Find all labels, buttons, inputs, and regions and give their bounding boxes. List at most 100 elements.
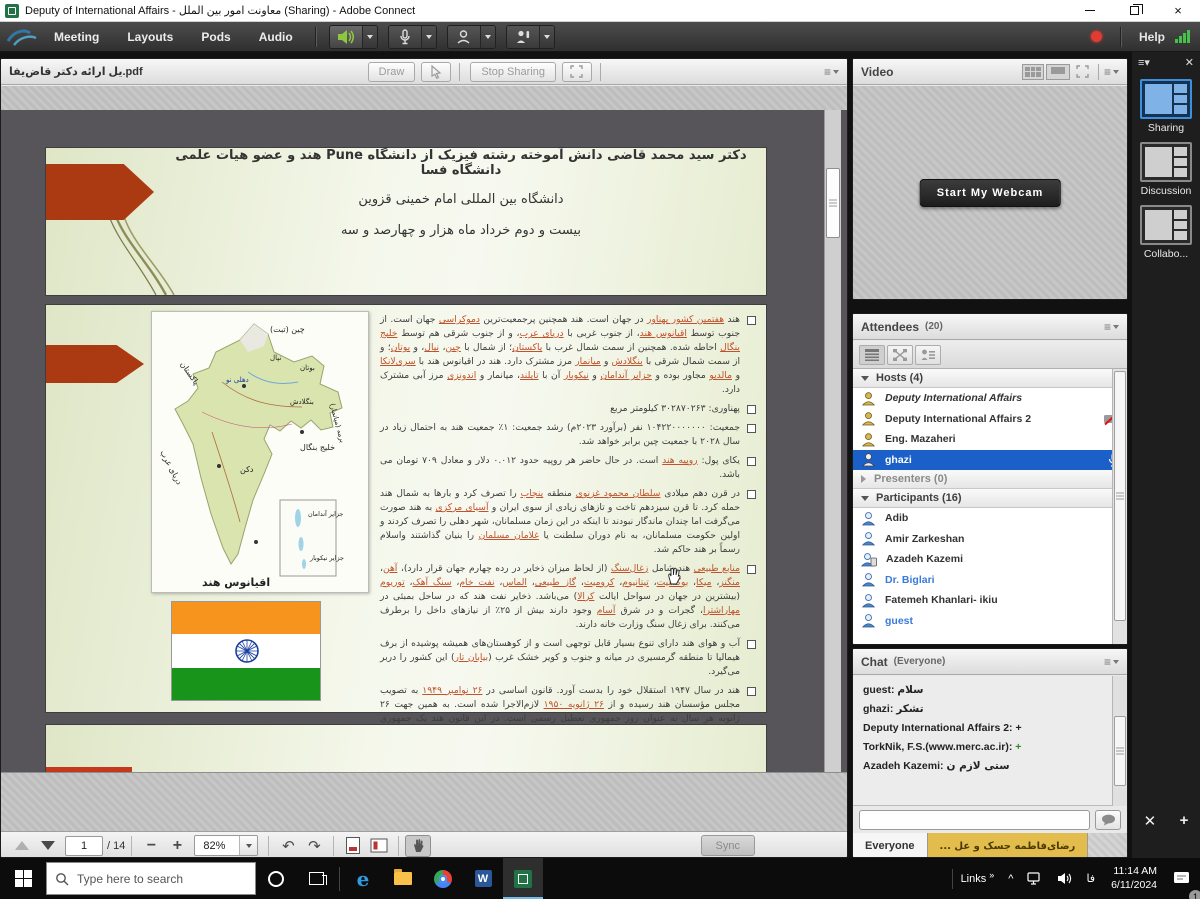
start-my-webcam-button[interactable]: Start My Webcam [920, 179, 1061, 207]
grid-view-button[interactable] [1022, 64, 1044, 80]
map-label-bhutan: بوتان [300, 364, 315, 372]
attendee-row[interactable]: Amir Zarkeshan [853, 529, 1127, 550]
attendee-row[interactable]: Dr. Biglari [853, 570, 1127, 591]
taskbar-clock[interactable]: 11:14 AM 6/11/2024 [1103, 865, 1165, 892]
menu-layouts[interactable]: Layouts [113, 22, 187, 52]
status-view-icon [921, 349, 935, 361]
chat-tab-everyone[interactable]: Everyone [853, 833, 928, 858]
zoom-dropdown-arrow[interactable] [239, 836, 257, 855]
chrome-taskbar-button[interactable] [423, 858, 463, 899]
attendee-row[interactable]: Fatemeh Khanlari- ikiu [853, 590, 1127, 611]
chat-pod-menu-button[interactable]: ≡ [1104, 655, 1119, 669]
zoom-out-button[interactable]: − [138, 835, 164, 857]
fullscreen-button[interactable] [562, 62, 592, 82]
search-icon [55, 872, 69, 886]
chat-scrollbar-thumb[interactable] [1114, 716, 1126, 786]
sync-button[interactable]: Sync [701, 835, 755, 856]
next-page-button[interactable] [35, 835, 61, 857]
share-pod-menu-button[interactable]: ≡ [824, 65, 839, 79]
attendees-scrollbar[interactable] [1112, 369, 1127, 644]
show-hidden-icons-button[interactable]: ^ [1002, 858, 1019, 899]
keyboard-language-indicator[interactable]: فا [1080, 858, 1101, 899]
zoom-level-select[interactable]: 82% [194, 835, 258, 856]
pan-tool-button[interactable] [405, 835, 431, 857]
attendee-row[interactable]: Azadeh Kazemi [853, 549, 1127, 570]
network-icon[interactable] [1021, 858, 1049, 899]
breakout-view-button[interactable] [887, 345, 913, 365]
minimize-button[interactable] [1068, 0, 1112, 22]
task-view-button[interactable] [296, 858, 336, 899]
attendees-pod-menu-button[interactable]: ≡ [1104, 320, 1119, 334]
attendee-row[interactable]: Deputy International Affairs 2 [853, 409, 1127, 430]
layout-bar-close-icon[interactable]: ✕ [1185, 56, 1194, 69]
attendee-name: Fatemeh Khanlari- ikiu [885, 594, 998, 606]
menu-audio[interactable]: Audio [245, 22, 307, 52]
zoom-in-button[interactable]: + [164, 835, 190, 857]
attendee-row[interactable]: Eng. Mazaheri [853, 429, 1127, 450]
attendee-status-view-button[interactable] [915, 345, 941, 365]
close-button[interactable]: × [1156, 0, 1200, 22]
rotate-left-button[interactable]: ↶ [275, 835, 301, 857]
hosts-section-header[interactable]: Hosts (4) [853, 369, 1127, 388]
menu-pods[interactable]: Pods [187, 22, 244, 52]
start-button[interactable] [0, 858, 46, 899]
webcam-button[interactable] [447, 25, 496, 49]
layout-thumbnail-discussion[interactable] [1140, 142, 1192, 182]
send-message-button[interactable] [1095, 810, 1121, 830]
layout-thumbnail-sharing[interactable] [1140, 79, 1192, 119]
add-layout-icon[interactable]: + [1180, 812, 1189, 830]
layout-thumbnail-collaboration[interactable] [1140, 205, 1192, 245]
attendee-row[interactable]: Deputy International Affairs [853, 388, 1127, 409]
presenters-section-header[interactable]: Presenters (0) [853, 470, 1127, 489]
speaker-button[interactable] [329, 25, 378, 49]
help-menu[interactable]: Help [1139, 30, 1165, 44]
webcam-dropdown[interactable] [480, 26, 495, 48]
adobe-connect-taskbar-button[interactable] [503, 858, 543, 899]
edge-taskbar-button[interactable]: e [343, 858, 383, 899]
map-label-bay-of-bengal: خلیج بنگال [300, 442, 335, 452]
attendee-row[interactable]: guest [853, 611, 1127, 632]
delete-layout-icon[interactable]: ✕ [1144, 812, 1157, 830]
chat-message: TorkNik, F.S.(www.merc.ac.ir): + [863, 741, 1117, 753]
document-viewport[interactable]: دکتر سید محمد قاضی دانش آموخته رشته فیزی… [1, 110, 847, 772]
action-center-button[interactable]: 1 [1167, 858, 1196, 899]
raise-hand-button[interactable] [506, 25, 555, 49]
menu-meeting[interactable]: Meeting [40, 22, 113, 52]
layout-bar-menu-button[interactable]: ≡▾ [1138, 56, 1150, 69]
fit-page-button[interactable] [340, 835, 366, 857]
attendee-list-view-button[interactable] [859, 345, 885, 365]
document-scrollbar[interactable] [824, 110, 841, 772]
chat-tab-private[interactable]: ... رضای‌فاطمه جسک و عل [928, 833, 1089, 858]
pointer-tool-button[interactable] [421, 62, 451, 82]
links-toolbar[interactable]: Links» [955, 858, 1001, 899]
stop-sharing-button[interactable]: Stop Sharing [470, 62, 556, 82]
slide2-bullet: آب و هوای هند دارای تنوع بسیار قابل توجه… [380, 637, 758, 679]
rotate-right-button[interactable]: ↷ [301, 835, 327, 857]
page-number-input[interactable] [65, 836, 103, 856]
draw-button[interactable]: Draw [368, 62, 416, 82]
filmstrip-view-button[interactable] [1046, 64, 1070, 80]
microphone-button[interactable] [388, 25, 437, 49]
cortana-button[interactable] [256, 858, 296, 899]
fit-width-button[interactable] [366, 835, 392, 857]
video-fullscreen-icon[interactable] [1076, 65, 1089, 78]
chat-scrollbar[interactable] [1112, 676, 1127, 806]
volume-icon[interactable] [1051, 858, 1078, 899]
layout-label: Collabo... [1132, 248, 1200, 260]
microphone-dropdown[interactable] [421, 26, 436, 48]
attendee-row-selected[interactable]: ghazi [853, 450, 1127, 471]
attendees-scrollbar-thumb[interactable] [1114, 371, 1126, 621]
word-taskbar-button[interactable]: W [463, 858, 503, 899]
chat-message-input[interactable] [859, 810, 1090, 830]
raise-hand-dropdown[interactable] [539, 26, 554, 48]
taskbar-search[interactable]: Type here to search [46, 862, 256, 895]
attendee-row[interactable]: Adib [853, 508, 1127, 529]
connection-signal-icon[interactable] [1175, 30, 1190, 43]
previous-page-button[interactable] [9, 835, 35, 857]
video-pod-menu-button[interactable]: ≡ [1104, 65, 1119, 79]
file-explorer-taskbar-button[interactable] [383, 858, 423, 899]
restore-button[interactable] [1112, 0, 1156, 22]
participants-section-header[interactable]: Participants (16) [853, 489, 1127, 508]
speaker-dropdown[interactable] [362, 26, 377, 48]
document-scrollbar-thumb[interactable] [826, 168, 840, 238]
